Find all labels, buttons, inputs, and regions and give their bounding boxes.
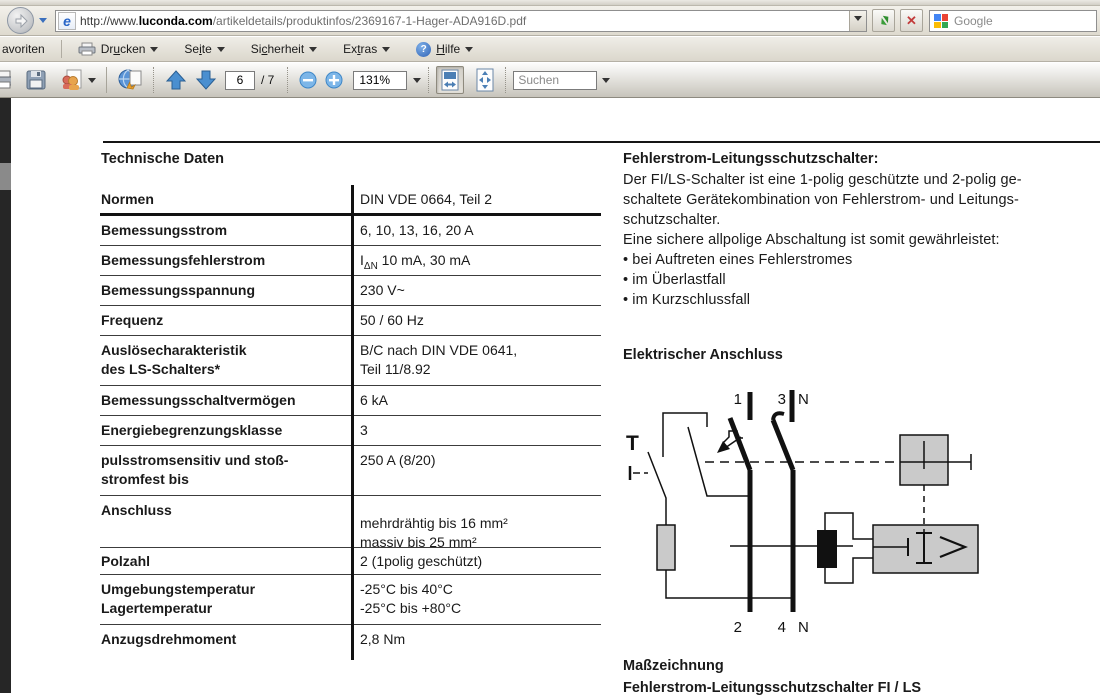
description-heading: Fehlerstrom-Leitungsschutzschalter: (623, 149, 1093, 170)
toolbar-separator (505, 67, 506, 93)
terminal-label-1: 1 (734, 391, 742, 408)
bullet-item: • bei Auftreten eines Fehlerstromes (623, 250, 1093, 270)
bullet-item: • im Kurzschlussfall (623, 290, 1093, 310)
url-dropdown-button[interactable] (849, 11, 866, 31)
menu-separator (61, 40, 62, 58)
poleN-blade-hook (773, 413, 784, 420)
save-button[interactable] (22, 66, 50, 94)
url-path: /artikeldetails/produktinfos/2369167-1-H… (213, 14, 849, 28)
print-button[interactable] (0, 66, 14, 94)
trip-arrow-head (717, 441, 730, 453)
save-icon (25, 69, 47, 91)
toolbar-separator (287, 67, 288, 93)
zoom-dropdown-icon[interactable] (413, 78, 421, 87)
menu-print[interactable]: Drucken (72, 40, 165, 58)
help-icon: ? (416, 42, 431, 57)
terminal-label-2: 2 (734, 619, 742, 636)
menu-help[interactable]: ? Hilfe (410, 40, 479, 59)
page-number-input[interactable] (225, 71, 255, 90)
test-button-label: T (626, 432, 639, 455)
test-switch-blade (648, 452, 666, 525)
scrolling-mode-button[interactable] (436, 66, 464, 94)
scrolling-mode-icon (440, 69, 460, 91)
address-bar: e http://www.luconda.com/artikeldetails/… (0, 6, 1100, 36)
footer-title: Maßzeichnung (623, 658, 724, 674)
fullscreen-mode-button[interactable] (472, 66, 498, 94)
search-dropdown-icon[interactable] (602, 78, 610, 87)
menu-security[interactable]: Sicherheit (245, 40, 323, 58)
arrow-down-icon (194, 68, 218, 92)
bullet-item: • im Überlastfall (623, 270, 1093, 290)
menu-favorites[interactable]: avoriten (0, 40, 51, 58)
chevron-down-icon (465, 47, 473, 56)
zoom-level-input[interactable] (353, 71, 407, 90)
toolbar-separator (106, 67, 107, 93)
minus-circle-icon (298, 70, 318, 90)
footer-subtitle: Fehlerstrom-Leitungsschutzschalter FI / … (623, 680, 921, 696)
google-logo-icon (933, 13, 949, 29)
zoom-out-button[interactable] (295, 66, 321, 94)
printer-icon (78, 42, 96, 56)
toolbar-separator (153, 67, 154, 93)
chevron-down-icon (309, 47, 317, 56)
url-scheme: http://www. (80, 14, 139, 28)
refresh-button[interactable] (872, 9, 895, 32)
url-field[interactable]: e http://www.luconda.com/artikeldetails/… (55, 10, 867, 32)
stop-button[interactable]: ✕ (900, 9, 923, 32)
next-page-button[interactable] (191, 66, 221, 94)
diagram-title: Elektrischer Anschluss (623, 347, 783, 363)
table-title: Technische Daten (101, 151, 224, 167)
arrow-right-icon (13, 13, 29, 29)
pdf-search-input[interactable] (513, 71, 597, 90)
plus-circle-icon (324, 70, 344, 90)
forward-button[interactable] (7, 7, 34, 34)
test-return-wire (666, 570, 793, 598)
refresh-icon (876, 13, 892, 29)
previous-page-button[interactable] (161, 66, 191, 94)
collaborate-button[interactable] (56, 66, 99, 94)
terminal-label-n-top: N (798, 391, 809, 408)
mechanism-bracket (663, 413, 707, 457)
pdf-toolbar: / 7 (0, 63, 1100, 98)
description-block: Fehlerstrom-Leitungsschutzschalter: Der … (623, 149, 1093, 310)
toolbar-separator (428, 67, 429, 93)
chevron-down-icon (382, 47, 390, 56)
arrow-up-icon (164, 68, 188, 92)
web-convert-button[interactable] (114, 66, 146, 94)
fit-page-icon (475, 68, 495, 92)
google-search-input[interactable] (954, 14, 1096, 28)
test-resistor (657, 525, 675, 570)
terminal-label-n-bottom: N (798, 619, 809, 636)
table-column-divider (351, 185, 354, 660)
url-domain: luconda.com (139, 14, 213, 28)
ie-page-icon: e (58, 12, 76, 30)
reader-panel-notch[interactable] (0, 163, 11, 190)
printer-icon (0, 70, 11, 90)
page-total-label: / 7 (261, 73, 274, 87)
zoom-in-button[interactable] (321, 66, 347, 94)
collaborate-icon (59, 68, 83, 92)
globe-document-icon (117, 67, 143, 93)
page-top-rule (103, 141, 1100, 143)
chevron-down-icon (88, 78, 96, 87)
chevron-down-icon (150, 47, 158, 56)
google-search-box[interactable] (929, 10, 1097, 32)
relay-coil (817, 530, 837, 568)
stop-icon: ✕ (906, 13, 917, 29)
menu-tools[interactable]: Extras (337, 40, 396, 58)
terminal-label-4: 4 (778, 619, 786, 636)
command-bar: avoriten Drucken Seite Sicherheit Extras… (0, 37, 1100, 62)
chevron-down-icon (217, 47, 225, 56)
history-dropdown-icon[interactable] (39, 18, 47, 27)
circuit-diagram: 1 3 N 2 4 N T (620, 386, 1000, 638)
terminal-label-3: 3 (778, 391, 786, 408)
menu-page[interactable]: Seite (178, 40, 230, 58)
